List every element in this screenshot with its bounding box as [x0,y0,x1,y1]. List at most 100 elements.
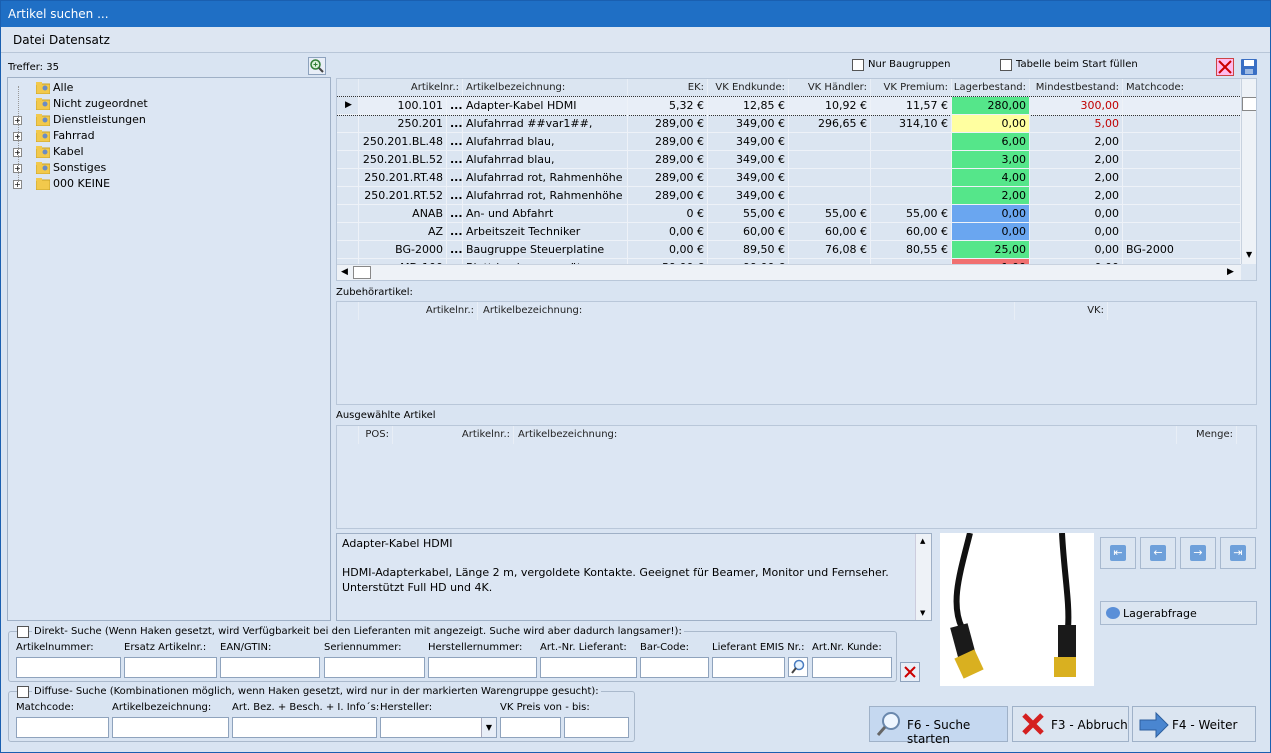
diffuse-field-input[interactable] [500,717,561,738]
grid-header[interactable]: VK Premium: [871,79,952,97]
grid-horizontal-scrollbar[interactable]: ◀ ▶ [337,264,1241,280]
cell-lager: 25,00 [952,241,1030,259]
tree-item[interactable]: + Sonstiges [8,160,308,176]
direct-search-checkbox[interactable] [17,626,29,638]
table-row[interactable]: BG-2000... Baugruppe Steuerplatine 0,00 €8… [337,241,1241,259]
table-row[interactable]: ANAB... An- und Abfahrt 0 €55,00 €55,00 €5… [337,205,1241,223]
nav-last-button[interactable]: ⇥ [1220,537,1256,569]
row-indicator-icon[interactable]: ▶ [337,97,359,115]
row-header[interactable] [337,169,359,187]
row-header[interactable] [337,187,359,205]
direct-field-input[interactable] [712,657,785,678]
direct-field-input[interactable] [540,657,637,678]
table-row[interactable]: 250.201.RT.48... Alufahrrad rot, Rahmenhö… [337,169,1241,187]
grid-header[interactable]: VK Händler: [789,79,871,97]
cell-lager: 6,00 [952,133,1030,151]
search-start-button[interactable]: F6 - Suche starten [869,706,1008,746]
table-row[interactable]: 250.201.BL.52... Alufahrrad blau, 289,00 €… [337,151,1241,169]
tree-item[interactable]: + Kabel [8,144,308,160]
grid-header[interactable]: EK: [628,79,708,97]
row-ellipsis-button[interactable]: ... [447,223,463,241]
chevron-down-icon[interactable]: ▼ [481,718,496,737]
table-row[interactable]: 250.201.RT.52... Alufahrrad rot, Rahmenhö… [337,187,1241,205]
price-to-input[interactable] [564,717,629,738]
cell-mind: 2,00 [1030,133,1123,151]
grid-header[interactable]: Lagerbestand: [952,79,1030,97]
row-header[interactable] [337,115,359,133]
grid-vertical-scrollbar[interactable]: ▼ [1241,79,1256,264]
grid-header[interactable]: Artikelbezeichnung: [463,79,628,97]
menu-datei[interactable]: Datei [13,33,45,47]
row-header[interactable] [337,205,359,223]
diffuse-field-input[interactable] [112,717,229,738]
save-icon[interactable] [1240,58,1258,76]
tree-item[interactable]: Nicht zugeordnet [8,96,308,112]
row-ellipsis-button[interactable]: ... [447,115,463,133]
cell-match [1123,151,1241,169]
tree-item[interactable]: + Fahrrad [8,128,308,144]
cell-match [1123,187,1241,205]
table-row[interactable]: AZ... Arbeitszeit Techniker 0,00 €60,00 €6… [337,223,1241,241]
delete-icon[interactable] [1216,58,1234,76]
row-ellipsis-button[interactable]: ... [447,169,463,187]
nav-prev-button[interactable]: ← [1140,537,1176,569]
row-header[interactable] [337,151,359,169]
stock-query-button[interactable]: Lagerabfrage [1100,601,1257,625]
manufacturer-select[interactable]: ▼ [380,717,497,738]
row-header[interactable] [337,241,359,259]
next-button[interactable]: F4 - Weiter [1132,706,1256,742]
tree-item[interactable]: + Dienstleistungen [8,112,308,128]
only-assemblies-checkbox[interactable] [852,59,864,71]
tree-item-label: Nicht zugeordnet [53,97,148,110]
clear-search-icon[interactable] [900,662,920,682]
direct-field-label: Bar-Code: [640,642,690,653]
row-ellipsis-button[interactable]: ... [447,187,463,205]
diffuse-field-input[interactable] [232,717,377,738]
table-row[interactable]: ▶ 100.101... Adapter-Kabel HDMI 5,32 €12,85… [337,96,1242,116]
tree-item[interactable]: Alle [8,80,308,96]
description-scrollbar[interactable]: ▲ ▼ [915,534,931,620]
tree-item[interactable]: +000 KEINE [8,176,308,192]
direct-field-input[interactable] [640,657,709,678]
fill-on-start-checkbox[interactable] [1000,59,1012,71]
direct-field-input[interactable] [220,657,320,678]
row-header[interactable] [337,223,359,241]
description-box[interactable]: Adapter-Kabel HDMI HDMI-Adapterkabel, Lä… [336,533,932,621]
grid-header[interactable]: Mindestbestand: [1030,79,1123,97]
row-header[interactable] [337,133,359,151]
selected-grid[interactable]: POS: Artikelnr.: Artikelbezeichnung: Men… [336,425,1257,529]
diffuse-search-checkbox[interactable] [17,686,29,698]
zoom-icon[interactable] [308,57,326,75]
row-ellipsis-button[interactable]: ... [447,151,463,169]
article-grid[interactable]: Artikelnr.: Artikelbezeichnung: EK: VK Endk… [336,78,1257,281]
row-ellipsis-button[interactable]: ... [447,97,463,115]
prev-icon: ← [1150,545,1166,561]
cancel-icon [1019,710,1047,738]
accessories-grid[interactable]: Artikelnr.: Artikelbezeichnung: VK: [336,301,1257,405]
table-row[interactable]: 250.201.BL.48... Alufahrrad blau, 289,00 €… [337,133,1241,151]
menu-datensatz[interactable]: Datensatz [49,33,110,47]
diffuse-field-input[interactable] [16,717,109,738]
row-ellipsis-button[interactable]: ... [447,133,463,151]
grid-header[interactable]: VK Endkunde: [708,79,789,97]
direct-field-input[interactable] [428,657,537,678]
diffuse-search-title: Diffuse- Suche (Kombinationen möglich, w… [32,686,601,697]
nav-first-button[interactable]: ⇤ [1100,537,1136,569]
row-ellipsis-button[interactable]: ... [447,241,463,259]
direct-field-input[interactable] [16,657,121,678]
selected-title: Ausgewählte Artikel [336,410,436,421]
grid-header[interactable]: Matchcode: [1123,79,1241,97]
row-ellipsis-button[interactable]: ... [447,205,463,223]
diffuse-field-label: Matchcode: [16,702,74,713]
cell-ek: 289,00 € [628,133,708,151]
direct-field-input[interactable] [812,657,892,678]
cancel-button[interactable]: F3 - Abbruch [1012,706,1129,742]
direct-field-input[interactable] [124,657,217,678]
category-tree[interactable]: Alle Nicht zugeordnet + Dienstleistungen + Fa… [7,77,331,621]
table-row[interactable]: 250.201... Alufahrrad ##var1##, 289,00 €34… [337,115,1241,133]
nav-next-button[interactable]: → [1180,537,1216,569]
lookup-icon[interactable] [788,657,808,677]
cell-lager: 0,00 [952,205,1030,223]
direct-field-input[interactable] [324,657,425,678]
grid-header[interactable]: Artikelnr.: [359,79,463,97]
